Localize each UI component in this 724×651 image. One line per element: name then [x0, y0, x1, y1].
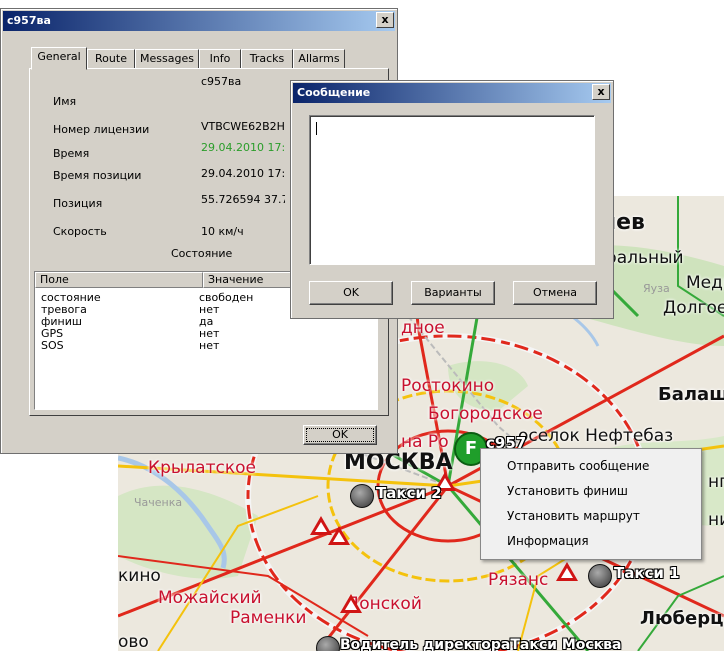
name-label: Имя	[53, 95, 77, 108]
state-heading: Состояние	[171, 247, 233, 260]
map-context-menu: Отправить сообщение Установить финиш Уст…	[480, 448, 702, 560]
warning-icon[interactable]	[340, 594, 362, 613]
tab-messages[interactable]: Messages	[135, 49, 199, 69]
map-label-dnoe: дное	[401, 318, 445, 338]
map-label-ovo: ово	[118, 632, 149, 651]
time-value: 29.04.2010 17:34	[201, 141, 285, 154]
time-label: Время	[53, 147, 90, 160]
tab-allarms[interactable]: Allarms	[293, 49, 345, 69]
vehicle-marker-letter: F	[464, 438, 478, 459]
message-dialog: Сообщение x OK Варианты Отмена	[290, 80, 614, 319]
taxi-marker-icon[interactable]	[350, 484, 374, 508]
close-button[interactable]: x	[592, 84, 610, 100]
message-dialog-titlebar[interactable]: Сообщение	[293, 83, 611, 103]
menu-item-send-message[interactable]: Отправить сообщение	[507, 459, 649, 473]
tab-tracks[interactable]: Tracks	[241, 49, 293, 69]
taxi-1-label: Такси 1	[614, 564, 680, 582]
taxi-2-label: Такси 2	[376, 484, 442, 502]
map-label-kino: кино	[118, 566, 161, 586]
map-label-ryazan: Рязанс	[488, 570, 549, 590]
map-label-ramenki: Раменки	[230, 608, 307, 628]
message-dialog-title: Сообщение	[297, 86, 371, 99]
menu-item-info[interactable]: Информация	[507, 534, 589, 548]
ok-button[interactable]: OK	[303, 425, 377, 445]
map-label-neftebaz: оселок Нефтебаз	[518, 426, 674, 446]
warning-icon[interactable]	[556, 562, 578, 581]
vehicle-window-title: c957ва	[7, 14, 51, 27]
map-label-yauza: Яуза	[643, 282, 670, 295]
map-label-lyubertsy: Люберцы	[640, 608, 724, 629]
license-value: VTBCWE62B2HBG	[201, 120, 285, 133]
column-header-field[interactable]: Поле	[35, 272, 203, 288]
license-label: Номер лицензии	[53, 123, 150, 136]
map-label-bogorodskoe: Богородское	[428, 404, 543, 424]
map-label-medvedkovo: Медве	[686, 273, 724, 293]
ok-button[interactable]: OK	[309, 281, 393, 305]
menu-item-set-route[interactable]: Установить маршрут	[507, 509, 640, 523]
variants-button[interactable]: Варианты	[411, 281, 495, 305]
map-label-chachenka: Чаченка	[134, 496, 183, 509]
message-text-area[interactable]	[309, 115, 595, 265]
speed-value: 10 км/ч	[201, 225, 244, 238]
map-label-mozhaisky: Можайский	[158, 588, 262, 608]
vehicle-window-titlebar[interactable]: c957ва	[3, 11, 395, 31]
text-caret	[316, 122, 317, 135]
speed-label: Скорость	[53, 225, 107, 238]
cancel-button[interactable]: Отмена	[513, 281, 597, 305]
close-button[interactable]: x	[376, 12, 394, 28]
map-label-dolgoe: Долгое	[663, 298, 724, 318]
tab-info[interactable]: Info	[199, 49, 241, 69]
map-label-krylatskoe: Крылатское	[148, 458, 256, 478]
map-label-ni: ни	[708, 510, 724, 530]
name-value: c957ва	[201, 75, 242, 88]
map-label-rostokino: Ростокино	[401, 376, 495, 396]
tab-route[interactable]: Route	[87, 49, 135, 69]
map-label-ng: нг	[708, 472, 724, 492]
warning-icon[interactable]	[328, 526, 350, 545]
map-label-na-ro: на Ро	[401, 432, 449, 452]
map-label-balash: Балаш	[658, 384, 724, 405]
position-time-label: Время позиции	[53, 169, 142, 182]
driver-route-label: Водитель директораТакси Москва	[340, 637, 622, 651]
position-time-value: 29.04.2010 17:34	[201, 167, 285, 180]
tab-general[interactable]: General	[31, 47, 87, 70]
table-cell-field: SOS	[41, 339, 64, 352]
position-value: 55.726594 37.710	[201, 193, 285, 206]
table-cell-value: нет	[199, 339, 220, 352]
taxi-marker-icon[interactable]	[588, 564, 612, 588]
menu-item-set-finish[interactable]: Установить финиш	[507, 484, 628, 498]
position-label: Позиция	[53, 197, 103, 210]
